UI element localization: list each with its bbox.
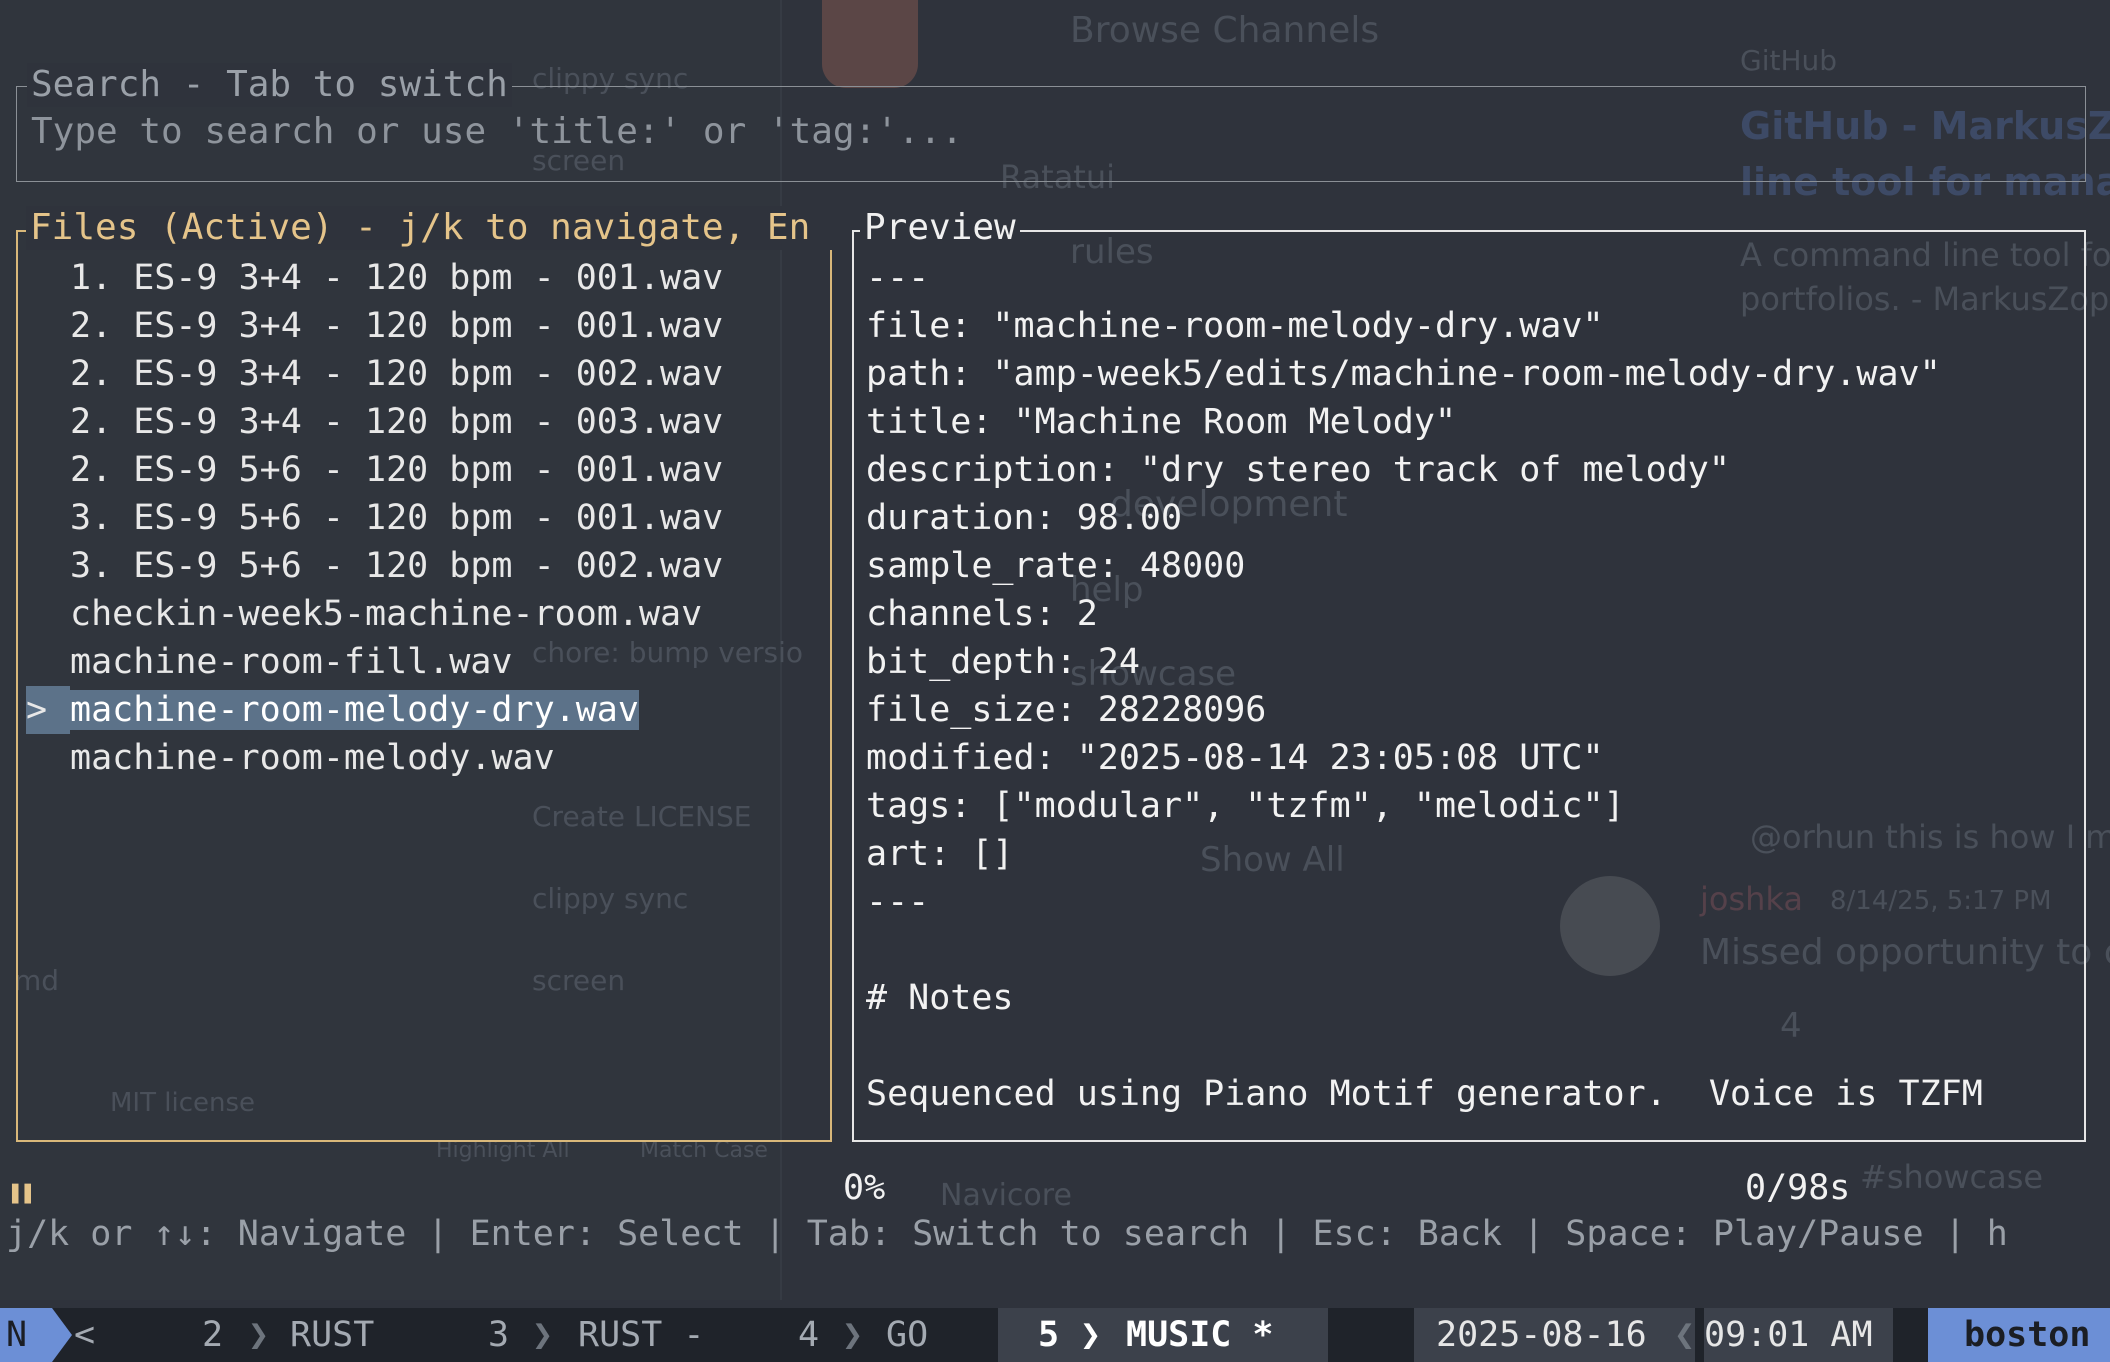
tab-5-number[interactable]: 5 bbox=[1038, 1308, 1059, 1362]
notes-heading: # Notes bbox=[866, 978, 1014, 1018]
tab-3-number[interactable]: 3 bbox=[488, 1308, 509, 1362]
statusbar-date: 2025-08-16 bbox=[1436, 1315, 1647, 1355]
tab-4-number[interactable]: 4 bbox=[798, 1308, 819, 1362]
file-name: 3. ES-9 5+6 - 120 bpm - 002.wav bbox=[70, 546, 724, 586]
search-panel: Search - Tab to switch bbox=[16, 63, 2086, 182]
search-input[interactable] bbox=[29, 105, 1933, 157]
file-row[interactable]: 1. ES-9 3+4 - 120 bpm - 001.wav bbox=[26, 254, 822, 302]
frontmatter-line: --- bbox=[866, 258, 930, 298]
preview-frontmatter: --- file: "machine-room-melody-dry.wav" pa… bbox=[866, 254, 2072, 926]
frontmatter-line: file: "machine-room-melody-dry.wav" bbox=[866, 306, 1604, 346]
file-name: machine-room-melody-dry.wav bbox=[70, 690, 639, 730]
ghost-app-icon bbox=[822, 0, 918, 88]
frontmatter-line: sample_rate: 48000 bbox=[866, 546, 1246, 586]
playback-progress: 0% bbox=[843, 1168, 886, 1208]
frontmatter-line: --- bbox=[866, 882, 930, 922]
tab-4-name[interactable]: GO bbox=[886, 1308, 928, 1362]
file-row[interactable]: 2. ES-9 3+4 - 120 bpm - 002.wav bbox=[26, 350, 822, 398]
file-name: 1. ES-9 3+4 - 120 bpm - 001.wav bbox=[70, 258, 724, 298]
ghost-browse-channels: Browse Channels bbox=[1070, 10, 1380, 51]
frontmatter-line: bit_depth: 24 bbox=[866, 642, 1140, 682]
file-row[interactable]: 2. ES-9 3+4 - 120 bpm - 001.wav bbox=[26, 302, 822, 350]
tab-2-number[interactable]: 2 bbox=[202, 1308, 223, 1362]
frontmatter-line: channels: 2 bbox=[866, 594, 1098, 634]
frontmatter-line: duration: 98.00 bbox=[866, 498, 1183, 538]
frontmatter-line: description: "dry stereo track of melody… bbox=[866, 450, 1730, 490]
file-name: 2. ES-9 3+4 - 120 bpm - 001.wav bbox=[70, 306, 724, 346]
files-panel: Files (Active) - j/k to navigate, En 1. … bbox=[16, 206, 834, 1142]
tab-separator-icon: ❯ bbox=[248, 1315, 270, 1355]
frontmatter-line: title: "Machine Room Melody" bbox=[866, 402, 1457, 442]
date-separator-icon: ❮ bbox=[1674, 1308, 1696, 1362]
file-row[interactable]: 2. ES-9 3+4 - 120 bpm - 003.wav bbox=[26, 398, 822, 446]
files-panel-title: Files (Active) - j/k to navigate, En bbox=[26, 206, 834, 250]
file-name: 2. ES-9 3+4 - 120 bpm - 002.wav bbox=[70, 354, 724, 394]
frontmatter-line: file_size: 28228096 bbox=[866, 690, 1267, 730]
file-row[interactable]: 3. ES-9 5+6 - 120 bpm - 002.wav bbox=[26, 542, 822, 590]
ghost-github-header: GitHub bbox=[1740, 44, 1838, 77]
file-name: 2. ES-9 3+4 - 120 bpm - 003.wav bbox=[70, 402, 724, 442]
ghost-showcase-tag: #showcase bbox=[1860, 1158, 2044, 1196]
notes-body: Sequenced using Piano Motif generator. V… bbox=[866, 1074, 1983, 1114]
tab-separator-icon: ❯ bbox=[842, 1315, 864, 1355]
statusbar: N < 2 ❯ RUST 3 ❯ RUST - 4 ❯ GO 5 ❯ MUSIC… bbox=[0, 1308, 2110, 1362]
preview-body: --- file: "machine-room-melody-dry.wav" pa… bbox=[866, 254, 2072, 1118]
file-list[interactable]: 1. ES-9 3+4 - 120 bpm - 001.wav 2. ES-9 3… bbox=[26, 254, 822, 782]
file-row[interactable]: machine-room-fill.wav bbox=[26, 638, 822, 686]
tab-2-name[interactable]: RUST bbox=[290, 1308, 374, 1362]
tab-separator-icon: ❯ bbox=[1080, 1315, 1102, 1355]
file-name: machine-room-fill.wav bbox=[70, 642, 513, 682]
file-row[interactable]: 3. ES-9 5+6 - 120 bpm - 001.wav bbox=[26, 494, 822, 542]
scroll-left-indicator[interactable]: < bbox=[74, 1308, 95, 1362]
frontmatter-line: art: [] bbox=[866, 834, 1014, 874]
file-name: 2. ES-9 5+6 - 120 bpm - 001.wav bbox=[70, 450, 724, 490]
mode-indicator: N bbox=[0, 1308, 52, 1362]
file-row[interactable]: machine-room-melody.wav bbox=[26, 734, 822, 782]
tab-separator-icon: ❯ bbox=[532, 1315, 554, 1355]
pause-icon[interactable]: ❚❚ bbox=[8, 1178, 35, 1206]
statusbar-time: 09:01 AM bbox=[1704, 1308, 1893, 1362]
row-cursor: > bbox=[26, 686, 70, 734]
preview-panel-title: Preview bbox=[860, 206, 1020, 250]
playback-timecode: 0/98s bbox=[1745, 1168, 1851, 1208]
file-name: machine-room-melody.wav bbox=[70, 738, 555, 778]
file-row[interactable]: 2. ES-9 5+6 - 120 bpm - 001.wav bbox=[26, 446, 822, 494]
statusbar-location: boston bbox=[1928, 1308, 2110, 1362]
frontmatter-line: path: "amp-week5/edits/machine-room-melo… bbox=[866, 354, 1941, 394]
mode-arrow-icon bbox=[52, 1308, 72, 1362]
preview-panel: Preview --- file: "machine-room-melody-dr… bbox=[852, 206, 2086, 1142]
frontmatter-line: modified: "2025-08-14 23:05:08 UTC" bbox=[866, 738, 1604, 778]
file-row-selected[interactable]: > machine-room-melody-dry.wav bbox=[26, 686, 822, 734]
file-name: 3. ES-9 5+6 - 120 bpm - 001.wav bbox=[70, 498, 724, 538]
tab-5-name[interactable]: MUSIC * bbox=[1126, 1308, 1274, 1362]
tab-3-name[interactable]: RUST - bbox=[578, 1308, 704, 1362]
ghost-navicore: Navicore bbox=[940, 1178, 1072, 1213]
file-name: checkin-week5-machine-room.wav bbox=[70, 594, 703, 634]
search-panel-title: Search - Tab to switch bbox=[27, 63, 512, 107]
file-row[interactable]: checkin-week5-machine-room.wav bbox=[26, 590, 822, 638]
frontmatter-line: tags: ["modular", "tzfm", "melodic"] bbox=[866, 786, 1625, 826]
help-line: j/k or ↑↓: Navigate | Enter: Select | Ta… bbox=[6, 1214, 2008, 1254]
